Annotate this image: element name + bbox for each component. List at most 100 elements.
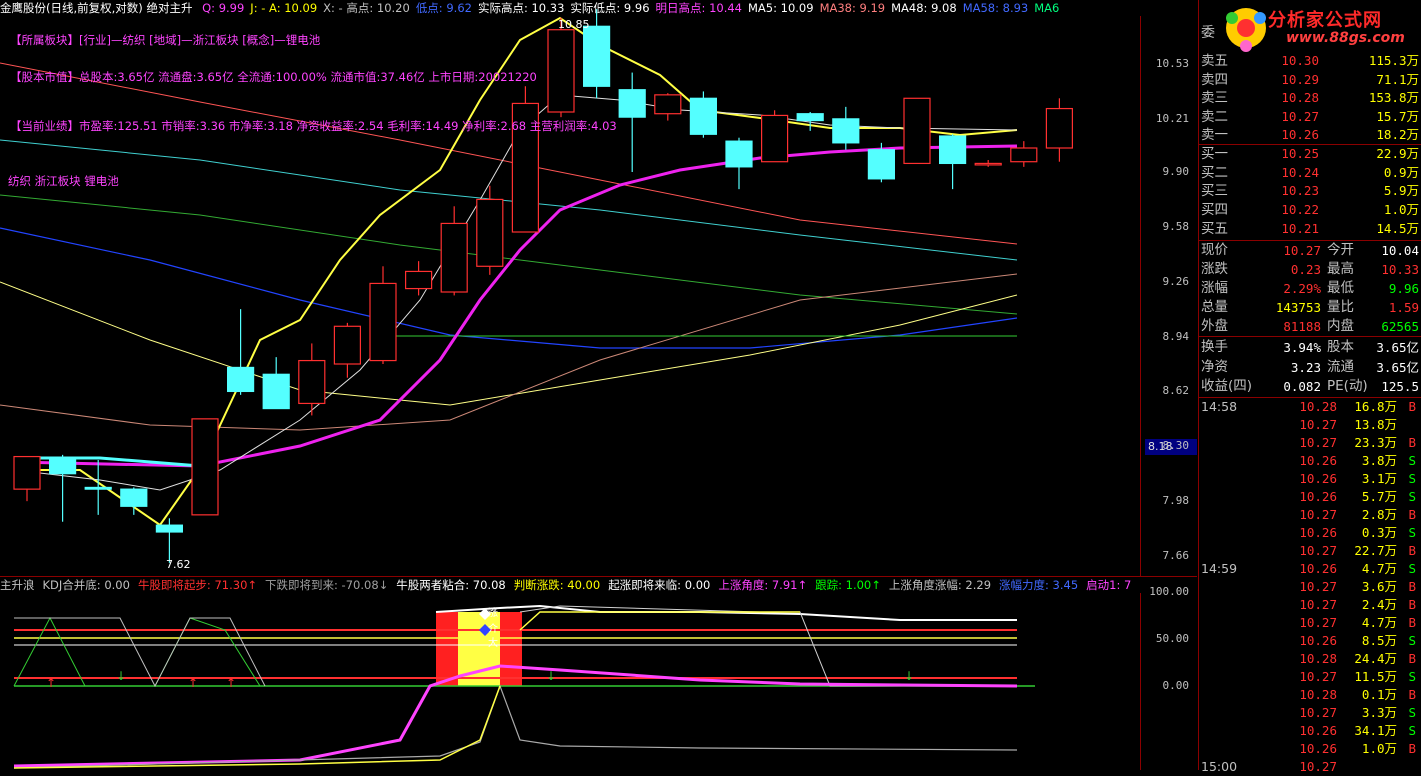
- order-volume: 71.1万: [1376, 71, 1419, 87]
- ma-line-cyan: [0, 139, 1018, 261]
- flower-center: [1237, 19, 1255, 37]
- candle: [938, 134, 967, 190]
- tick-row: 10.28 24.4万 B: [1199, 650, 1421, 668]
- candle: [511, 86, 540, 233]
- candle: [1045, 98, 1074, 162]
- ind-line-white: [435, 604, 1017, 621]
- mark-up-label: 涨: [488, 608, 498, 619]
- indicator-tick: 0.00: [1162, 679, 1190, 692]
- stat-value: 143753: [1275, 300, 1321, 315]
- stat-value: 3.23: [1290, 359, 1321, 375]
- candle: [369, 266, 397, 364]
- tick-price: 10.27: [1299, 579, 1337, 594]
- stat-label: 涨幅: [1201, 280, 1228, 296]
- header-values: Q: 9.99 J: - A: 10.09 X: - 高点: 10.20 低点: 9.…: [202, 1, 1065, 15]
- tick-direction: B: [1408, 651, 1416, 666]
- candle: [654, 93, 682, 121]
- tick-row: 10.26 3.8万 S: [1199, 452, 1421, 470]
- order-price: 10.23: [1281, 183, 1319, 199]
- stat-label: 总量: [1201, 299, 1228, 315]
- stat-label: 收益(四): [1201, 378, 1253, 394]
- price-tick: 9.26: [1162, 274, 1190, 288]
- tick-direction: B: [1408, 399, 1416, 414]
- stat-value: 1.59: [1388, 300, 1419, 315]
- order-label: 卖二: [1201, 108, 1228, 125]
- candle-body: [155, 524, 183, 533]
- candle-body: [1045, 107, 1074, 149]
- order-label: 卖四: [1201, 71, 1228, 88]
- ind-line-gray3: [13, 684, 1018, 769]
- tick-price: 10.27: [1299, 705, 1337, 720]
- header-value: MA5: 10.09: [748, 1, 814, 15]
- candle: [191, 418, 219, 516]
- stat-value: 62565: [1381, 319, 1419, 334]
- tick-price: 10.26: [1299, 471, 1337, 486]
- candle: [476, 185, 504, 275]
- tick-row: 10.26 3.1万 S: [1199, 470, 1421, 488]
- candle: [13, 455, 41, 502]
- up-arrow-icon: ↑: [226, 676, 236, 690]
- tick-direction: S: [1408, 525, 1416, 540]
- candle: [725, 137, 753, 190]
- indicator-value: 牛股即将起步: 71.30↑: [137, 578, 258, 592]
- tick-direction: B: [1408, 741, 1416, 756]
- candle-body: [298, 359, 326, 405]
- sell-order-row: 卖二 10.27 15.7万: [1199, 108, 1421, 126]
- quote-panel: 卖五 10.30 115.3万 卖四 10.29 71.1万 卖三 10.28 153.8万 卖二…: [1198, 0, 1421, 774]
- stat-row: 涨幅 2.29% 最低 9.96: [1199, 279, 1421, 298]
- tick-volume: 34.1万: [1354, 723, 1397, 738]
- candle-body: [1010, 147, 1038, 163]
- tick-price: 10.27: [1299, 417, 1337, 432]
- moving-averages: [0, 16, 1018, 527]
- candle-body: [796, 113, 824, 122]
- order-label: 卖一: [1201, 127, 1228, 143]
- order-price: 10.24: [1281, 164, 1319, 180]
- buy-order-row: 买一 10.25 22.9万: [1199, 145, 1421, 163]
- tick-volume: 2.4万: [1361, 597, 1397, 612]
- stat-label: 流通: [1327, 358, 1354, 375]
- stat-label: 量比: [1327, 299, 1354, 315]
- tick-volume: 8.5万: [1361, 633, 1397, 648]
- order-volume: 18.2万: [1376, 127, 1419, 142]
- order-price: 10.29: [1281, 71, 1319, 87]
- tick-row: 10.26 0.3万 S: [1199, 524, 1421, 542]
- indicator-value: 下跌即将到来: -70.08↓: [265, 578, 389, 592]
- tick-price: 10.26: [1299, 561, 1337, 576]
- stat-label: 今开: [1327, 242, 1354, 258]
- tick-volume: 0.3万: [1361, 525, 1397, 540]
- tick-row: 10.27 11.5万 S: [1199, 668, 1421, 686]
- down-arrow-icon: ↓: [116, 669, 126, 683]
- buy-order-row: 买二 10.24 0.9万: [1199, 164, 1421, 182]
- tick-volume: 3.8万: [1361, 453, 1397, 468]
- buy-order-row: 买四 10.22 1.0万: [1199, 201, 1421, 219]
- indicator-value: 启动1: 7: [1086, 578, 1132, 592]
- tick-price: 10.27: [1299, 669, 1337, 684]
- header-value: 实际低点: 9.96: [570, 1, 650, 15]
- stat-label: 现价: [1201, 242, 1228, 258]
- candle-body: [440, 222, 468, 293]
- candle-body: [760, 114, 789, 163]
- candle-body: [867, 149, 896, 180]
- order-volume: 5.9万: [1383, 183, 1419, 199]
- stat-row: 总量 143753 量比 1.59: [1199, 298, 1421, 317]
- performance-info: 【当前业绩】市盈率:125.51 市销率:3.36 市净率:3.18 净资收益率…: [10, 119, 617, 133]
- candle-body: [547, 29, 575, 113]
- buy-order-row: 买五 10.21 14.5万: [1199, 220, 1421, 238]
- candle: [618, 72, 646, 172]
- candle-body: [725, 140, 753, 168]
- indicator-value: 跟踪: 1.00↑: [815, 578, 881, 592]
- candle-body: [120, 488, 148, 507]
- chart-canvas[interactable]: ↑ ↑ ↑ ↓ ↓ ↓: [0, 0, 1197, 770]
- tick-price: 10.26: [1299, 723, 1337, 738]
- logo-title: 分析家公式网: [1268, 10, 1382, 31]
- order-label: 卖三: [1201, 90, 1228, 106]
- order-volume: 153.8万: [1368, 90, 1419, 105]
- indicator-value: 上涨角度: 7.91↑: [718, 578, 808, 592]
- tick-row: 10.26 5.7万 S: [1199, 488, 1421, 506]
- price-tick: 10.21: [1155, 111, 1189, 125]
- tick-direction: B: [1408, 579, 1416, 594]
- order-volume: 14.5万: [1376, 220, 1419, 236]
- header-value: MA38: 9.19: [819, 1, 886, 15]
- stat-value: 3.94%: [1283, 340, 1321, 355]
- sector-info: 【所属板块】[行业]—纺织 [地域]—浙江板块 [概念]—锂电池: [10, 33, 321, 47]
